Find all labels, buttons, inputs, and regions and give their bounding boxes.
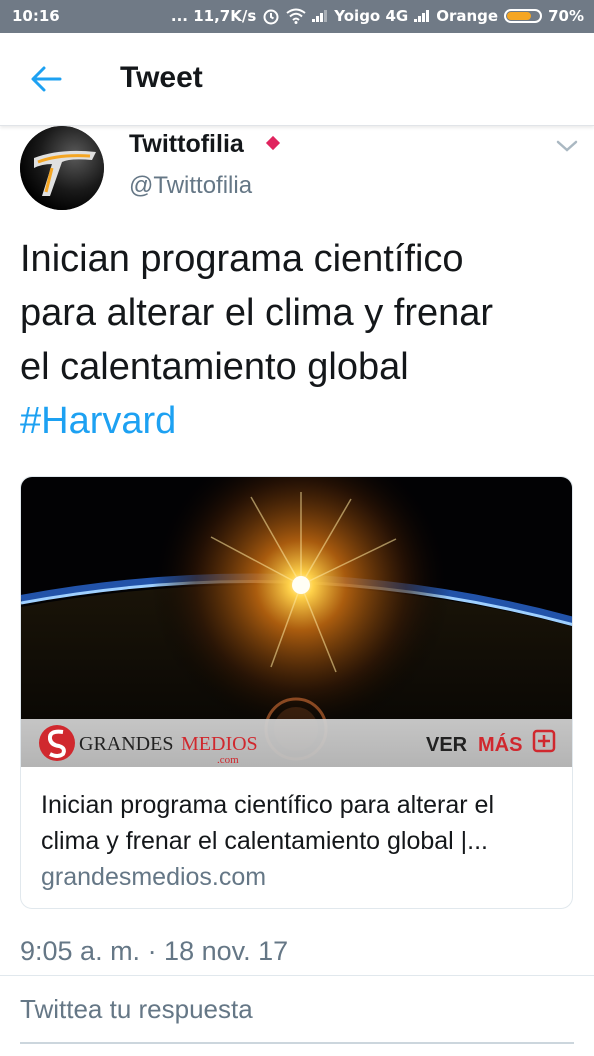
status-bar: 10:16 ... 11,7K/s Yoigo 4G Orange 70% [0,0,594,33]
avatar[interactable] [20,126,104,210]
network-speed: ... 11,7K/s [170,7,257,25]
reply-input[interactable]: Twittea tu respuesta [20,994,574,1044]
status-right: ... 11,7K/s Yoigo 4G Orange 70% [171,7,584,25]
hashtag-link[interactable]: #Harvard [20,400,176,442]
author-name[interactable]: Twittofilia [129,130,244,159]
diamond-badge-icon [265,135,281,151]
card-title: Inician programa científico para alterar… [41,791,495,855]
carrier-2: Orange [436,7,499,25]
status-time: 10:16 [12,7,60,25]
signal-icon [414,10,430,22]
card-domain: grandesmedios.com [41,863,267,891]
arrow-left-icon [31,66,62,92]
tweet-text-line: Inician programa científico [20,238,464,280]
page-title: Tweet [120,61,203,94]
grandesmedios-logo-icon [39,725,75,761]
mas-label: MÁS [478,733,522,756]
brand-com: .com [217,754,239,766]
app-header: Tweet [0,33,594,126]
twittofilia-logo-icon [20,126,104,210]
alarm-icon [263,9,279,25]
divider [0,975,594,976]
battery-percent: 70% [548,7,584,25]
brand-medios: MEDIOS [181,733,258,755]
ver-label: VER [426,734,468,756]
brand-grandes: GRANDES [79,733,173,755]
carrier-1: Yoigo 4G [334,7,409,25]
tweet-menu-button[interactable] [553,136,581,156]
signal-icon [312,10,328,22]
tweet-text-line: para alterar el clima y frenar [20,292,494,334]
battery-fill [507,12,531,20]
chevron-down-icon [556,140,578,152]
card-image: GRANDES MEDIOS .com VER MÁS [21,477,572,767]
back-button[interactable] [22,57,72,101]
author-handle[interactable]: @Twittofilia [129,172,252,200]
battery-icon [504,9,543,23]
wifi-icon [286,8,306,24]
tweet-timestamp: 9:05 a. m. · 18 nov. 17 [20,936,289,966]
tweet-text: Inician programa científico para alterar… [20,232,580,448]
tweet-text-line: el calentamiento global [20,346,409,388]
link-card[interactable]: GRANDES MEDIOS .com VER MÁS Inician prog… [20,476,573,909]
